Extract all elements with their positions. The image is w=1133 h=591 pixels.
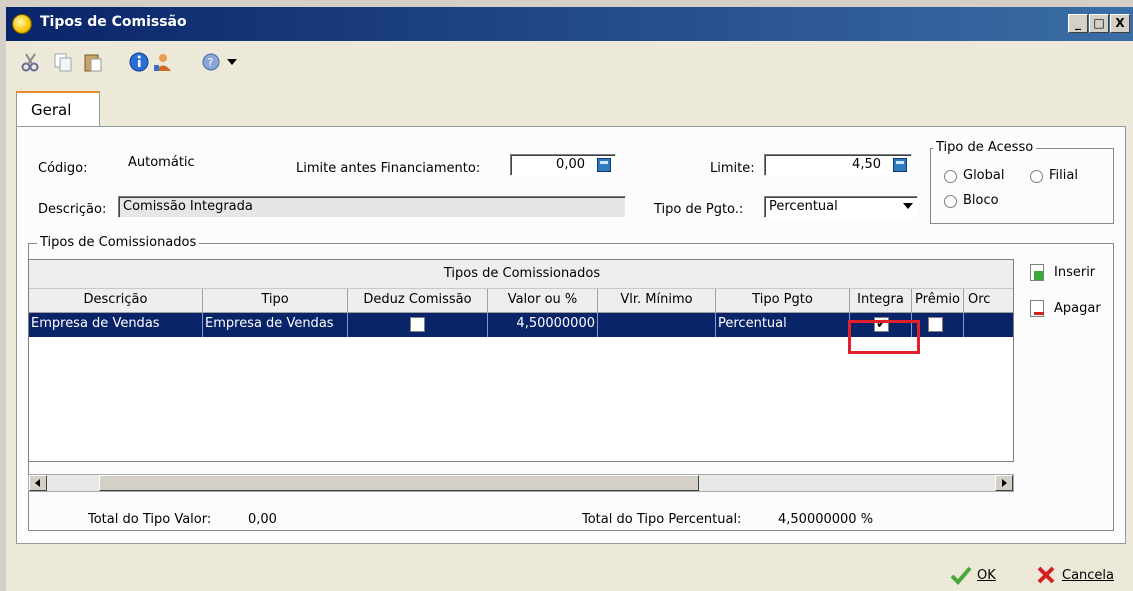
- apagar-label: Apagar: [1054, 301, 1101, 316]
- arrow-left-icon: [35, 479, 40, 487]
- horizontal-scrollbar[interactable]: [28, 474, 1014, 492]
- arrow-right-icon: [1002, 479, 1007, 487]
- cell-orc: [964, 313, 1013, 337]
- calculator-icon[interactable]: [893, 158, 907, 172]
- ok-label: OK: [977, 568, 996, 583]
- cell-tipo-pgto: Percentual: [716, 313, 850, 337]
- dialog-footer: OK Cancela: [6, 561, 1133, 591]
- tipo-acesso-legend: Tipo de Acesso: [933, 140, 1037, 155]
- svg-text:?: ?: [208, 56, 214, 69]
- col-valor[interactable]: Valor ou %: [488, 289, 598, 313]
- window-title: Tipos de Comissão: [40, 14, 187, 30]
- codigo-label: Código:: [38, 161, 88, 176]
- scroll-thumb[interactable]: [99, 475, 699, 491]
- total-percentual: 4,50000000 %: [778, 512, 874, 527]
- limite-fin-label: Limite antes Financiamento:: [296, 161, 481, 176]
- limite-fin-value: 0,00: [556, 157, 585, 172]
- col-integra[interactable]: Integra: [850, 289, 912, 313]
- help-icon[interactable]: ?: [200, 51, 222, 73]
- info-icon[interactable]: [128, 51, 150, 73]
- deduz-checkbox[interactable]: [410, 317, 425, 332]
- tipo-pgto-label: Tipo de Pgto.:: [654, 202, 744, 217]
- limite-input[interactable]: 4,50: [764, 154, 912, 176]
- copy-icon[interactable]: [52, 51, 74, 73]
- grid-header-row: Descrição Tipo Deduz Comissão Valor ou %…: [29, 289, 1013, 313]
- scroll-right-button[interactable]: [995, 475, 1013, 491]
- maximize-button[interactable]: □: [1089, 14, 1109, 33]
- col-vlr-minimo[interactable]: Vlr. Mínimo: [598, 289, 716, 313]
- radio-bloco-label: Bloco: [963, 193, 999, 208]
- plus-icon: [1034, 271, 1043, 280]
- close-button[interactable]: X: [1110, 14, 1130, 33]
- col-orc[interactable]: Orc: [964, 289, 1013, 313]
- tipo-pgto-value: Percentual: [769, 199, 838, 214]
- codigo-field: Automátic: [128, 155, 195, 170]
- total-valor-label: Total do Tipo Valor:: [88, 512, 212, 527]
- dropdown-icon[interactable]: [223, 51, 245, 73]
- radio-filial[interactable]: [1030, 170, 1043, 183]
- radio-global[interactable]: [944, 170, 957, 183]
- cell-tipo: Empresa de Vendas: [203, 313, 348, 337]
- grid-super-header: Tipos de Comissionados: [29, 260, 1013, 289]
- tipo-pgto-select[interactable]: Percentual: [764, 196, 918, 218]
- total-percentual-label: Total do Tipo Percentual:: [582, 512, 742, 527]
- comissionados-grid[interactable]: Tipos de Comissionados Descrição Tipo De…: [28, 259, 1014, 462]
- cell-deduz: [348, 313, 488, 337]
- toolbar: ?: [6, 41, 1133, 81]
- tab-geral[interactable]: Geral: [16, 91, 100, 127]
- integra-highlight-box: [848, 320, 920, 354]
- chevron-down-icon[interactable]: [903, 203, 913, 209]
- radio-bloco[interactable]: [944, 195, 957, 208]
- tipo-acesso-group: Tipo de Acesso: [930, 140, 1114, 224]
- limite-label: Limite:: [710, 161, 755, 176]
- col-tipo[interactable]: Tipo: [203, 289, 348, 313]
- total-valor: 0,00: [248, 512, 277, 527]
- paste-icon[interactable]: [82, 51, 104, 73]
- limite-value: 4,50: [852, 157, 881, 172]
- scroll-left-button[interactable]: [29, 475, 47, 491]
- minimize-button[interactable]: _: [1068, 14, 1088, 33]
- col-tipo-pgto[interactable]: Tipo Pgto: [716, 289, 850, 313]
- users-icon[interactable]: [152, 51, 174, 73]
- app-icon: [12, 14, 32, 34]
- col-premio[interactable]: Prêmio: [912, 289, 964, 313]
- comissionados-legend: Tipos de Comissionados: [37, 235, 200, 250]
- cut-icon[interactable]: [20, 51, 42, 73]
- descricao-field: Comissão Integrada: [118, 196, 626, 218]
- cancel-label: Cancela: [1062, 568, 1115, 583]
- minus-icon: [1034, 312, 1044, 315]
- check-icon: [950, 566, 972, 585]
- descricao-label: Descrição:: [38, 202, 107, 217]
- radio-filial-label: Filial: [1049, 168, 1078, 183]
- cell-vlr-minimo: [598, 313, 716, 337]
- calculator-icon[interactable]: [597, 158, 611, 172]
- inserir-label: Inserir: [1054, 265, 1096, 280]
- col-descricao[interactable]: Descrição: [29, 289, 203, 313]
- col-deduz-comissao[interactable]: Deduz Comissão: [348, 289, 488, 313]
- window-title-bar[interactable]: Tipos de Comissão _ □ X: [6, 7, 1133, 41]
- radio-global-label: Global: [963, 168, 1005, 183]
- x-icon: [1037, 566, 1055, 584]
- premio-checkbox[interactable]: [928, 317, 943, 332]
- cell-valor: 4,50000000: [488, 313, 598, 337]
- limite-fin-input[interactable]: 0,00: [510, 154, 616, 176]
- cell-descricao: Empresa de Vendas: [29, 313, 203, 337]
